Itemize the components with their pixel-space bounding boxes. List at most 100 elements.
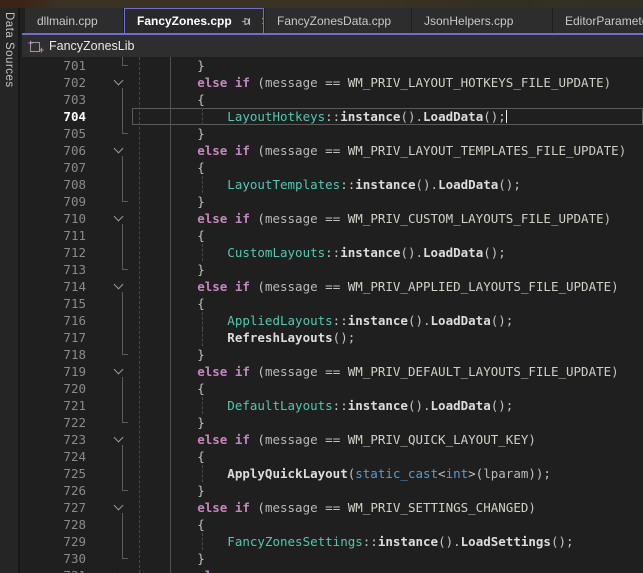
code-text[interactable]: {	[132, 516, 643, 533]
code-line[interactable]: 712 CustomLayouts::instance().LoadData()…	[22, 244, 643, 261]
code-text[interactable]: else if (message == WM_PRIV_DEFAULT_LAYO…	[132, 363, 643, 380]
line-number[interactable]: 706	[22, 142, 96, 159]
line-number[interactable]: 716	[22, 312, 96, 329]
fold-chevron-down-icon[interactable]	[114, 144, 124, 154]
code-text[interactable]: }	[132, 346, 643, 363]
code-text[interactable]: }	[132, 414, 643, 431]
line-number[interactable]: 722	[22, 414, 96, 431]
project-scope-dropdown[interactable]: FancyZonesLib	[49, 39, 134, 53]
code-line[interactable]: 713 }	[22, 261, 643, 278]
code-text[interactable]: CustomLayouts::instance().LoadData();	[132, 244, 643, 261]
line-number[interactable]: 725	[22, 465, 96, 482]
code-line[interactable]: 729 FancyZonesSettings::instance().LoadS…	[22, 533, 643, 550]
code-line[interactable]: 719 else if (message == WM_PRIV_DEFAULT_…	[22, 363, 643, 380]
code-line[interactable]: 721 DefaultLayouts::instance().LoadData(…	[22, 397, 643, 414]
code-line[interactable]: 704 LayoutHotkeys::instance().LoadData()…	[22, 108, 643, 125]
line-number[interactable]: 704	[22, 108, 96, 125]
line-number[interactable]: 718	[22, 346, 96, 363]
code-text[interactable]: ApplyQuickLayout(static_cast<int>(lparam…	[132, 465, 643, 482]
code-text[interactable]: else if (message == WM_PRIV_CUSTOM_LAYOU…	[132, 210, 643, 227]
fold-chevron-down-icon[interactable]	[114, 501, 124, 511]
code-line[interactable]: 718 }	[22, 346, 643, 363]
code-line[interactable]: 705 }	[22, 125, 643, 142]
line-number[interactable]: 731	[22, 567, 96, 573]
code-text[interactable]: {	[132, 380, 643, 397]
line-number[interactable]: 715	[22, 295, 96, 312]
line-number[interactable]: 705	[22, 125, 96, 142]
sidebar-tab-data-sources[interactable]: Data Sources	[0, 8, 20, 573]
line-number[interactable]: 714	[22, 278, 96, 295]
line-number[interactable]: 723	[22, 431, 96, 448]
code-text[interactable]: }	[132, 125, 643, 142]
code-text[interactable]: AppliedLayouts::instance().LoadData();	[132, 312, 643, 329]
line-number[interactable]: 701	[22, 57, 96, 74]
code-text[interactable]: }	[132, 482, 643, 499]
code-line[interactable]: 711 {	[22, 227, 643, 244]
code-line[interactable]: 724 {	[22, 448, 643, 465]
close-icon[interactable]: ✕	[261, 15, 264, 28]
line-number[interactable]: 710	[22, 210, 96, 227]
code-line[interactable]: 709 }	[22, 193, 643, 210]
tab-fancyzones-cpp[interactable]: FancyZones.cpp✕	[124, 8, 264, 33]
fold-chevron-down-icon[interactable]	[114, 433, 124, 443]
tab-jsonhelpers-cpp[interactable]: JsonHelpers.cpp	[412, 8, 552, 33]
code-line[interactable]: 731 else	[22, 567, 643, 573]
line-number[interactable]: 712	[22, 244, 96, 261]
line-number[interactable]: 729	[22, 533, 96, 550]
code-text[interactable]: }	[132, 550, 643, 567]
code-text[interactable]: else	[132, 567, 643, 573]
line-number[interactable]: 711	[22, 227, 96, 244]
code-text[interactable]: {	[132, 91, 643, 108]
code-line[interactable]: 714 else if (message == WM_PRIV_APPLIED_…	[22, 278, 643, 295]
code-text[interactable]: {	[132, 448, 643, 465]
code-line[interactable]: 716 AppliedLayouts::instance().LoadData(…	[22, 312, 643, 329]
line-number[interactable]: 730	[22, 550, 96, 567]
code-line[interactable]: 703 {	[22, 91, 643, 108]
tab-fancyzonesdata-cpp[interactable]: FancyZonesData.cpp	[265, 8, 411, 33]
fold-chevron-down-icon[interactable]	[114, 569, 124, 573]
code-text[interactable]: else if (message == WM_PRIV_SETTINGS_CHA…	[132, 499, 643, 516]
line-number[interactable]: 702	[22, 74, 96, 91]
line-number[interactable]: 727	[22, 499, 96, 516]
line-number[interactable]: 726	[22, 482, 96, 499]
code-text[interactable]: else if (message == WM_PRIV_LAYOUT_HOTKE…	[132, 74, 643, 91]
code-line[interactable]: 706 else if (message == WM_PRIV_LAYOUT_T…	[22, 142, 643, 159]
code-text[interactable]: else if (message == WM_PRIV_QUICK_LAYOUT…	[132, 431, 643, 448]
code-line[interactable]: 722 }	[22, 414, 643, 431]
code-line[interactable]: 728 {	[22, 516, 643, 533]
code-text[interactable]: }	[132, 57, 643, 74]
code-line[interactable]: 726 }	[22, 482, 643, 499]
code-line[interactable]: 717 RefreshLayouts();	[22, 329, 643, 346]
code-text[interactable]: }	[132, 193, 643, 210]
code-line[interactable]: 702 else if (message == WM_PRIV_LAYOUT_H…	[22, 74, 643, 91]
fold-chevron-down-icon[interactable]	[114, 212, 124, 222]
code-line[interactable]: 708 LayoutTemplates::instance().LoadData…	[22, 176, 643, 193]
code-text[interactable]: else if (message == WM_PRIV_LAYOUT_TEMPL…	[132, 142, 643, 159]
line-number[interactable]: 709	[22, 193, 96, 210]
code-text[interactable]: FancyZonesSettings::instance().LoadSetti…	[132, 533, 643, 550]
line-number[interactable]: 713	[22, 261, 96, 278]
code-line[interactable]: 720 {	[22, 380, 643, 397]
code-text[interactable]: LayoutHotkeys::instance().LoadData();	[132, 108, 643, 125]
line-number[interactable]: 720	[22, 380, 96, 397]
line-number[interactable]: 707	[22, 159, 96, 176]
code-text[interactable]: }	[132, 261, 643, 278]
code-text[interactable]: LayoutTemplates::instance().LoadData();	[132, 176, 643, 193]
line-number[interactable]: 708	[22, 176, 96, 193]
code-line[interactable]: 710 else if (message == WM_PRIV_CUSTOM_L…	[22, 210, 643, 227]
code-line[interactable]: 715 {	[22, 295, 643, 312]
line-number[interactable]: 724	[22, 448, 96, 465]
fold-chevron-down-icon[interactable]	[114, 280, 124, 290]
line-number[interactable]: 721	[22, 397, 96, 414]
code-line[interactable]: 725 ApplyQuickLayout(static_cast<int>(lp…	[22, 465, 643, 482]
code-text[interactable]: RefreshLayouts();	[132, 329, 643, 346]
code-line[interactable]: 727 else if (message == WM_PRIV_SETTINGS…	[22, 499, 643, 516]
code-text[interactable]: else if (message == WM_PRIV_APPLIED_LAYO…	[132, 278, 643, 295]
code-text[interactable]: DefaultLayouts::instance().LoadData();	[132, 397, 643, 414]
line-number[interactable]: 703	[22, 91, 96, 108]
code-line[interactable]: 701 }	[22, 57, 643, 74]
pin-icon[interactable]	[241, 16, 252, 27]
code-line[interactable]: 707 {	[22, 159, 643, 176]
code-editor[interactable]: 701 }702 else if (message == WM_PRIV_LAY…	[22, 57, 643, 573]
line-number[interactable]: 728	[22, 516, 96, 533]
